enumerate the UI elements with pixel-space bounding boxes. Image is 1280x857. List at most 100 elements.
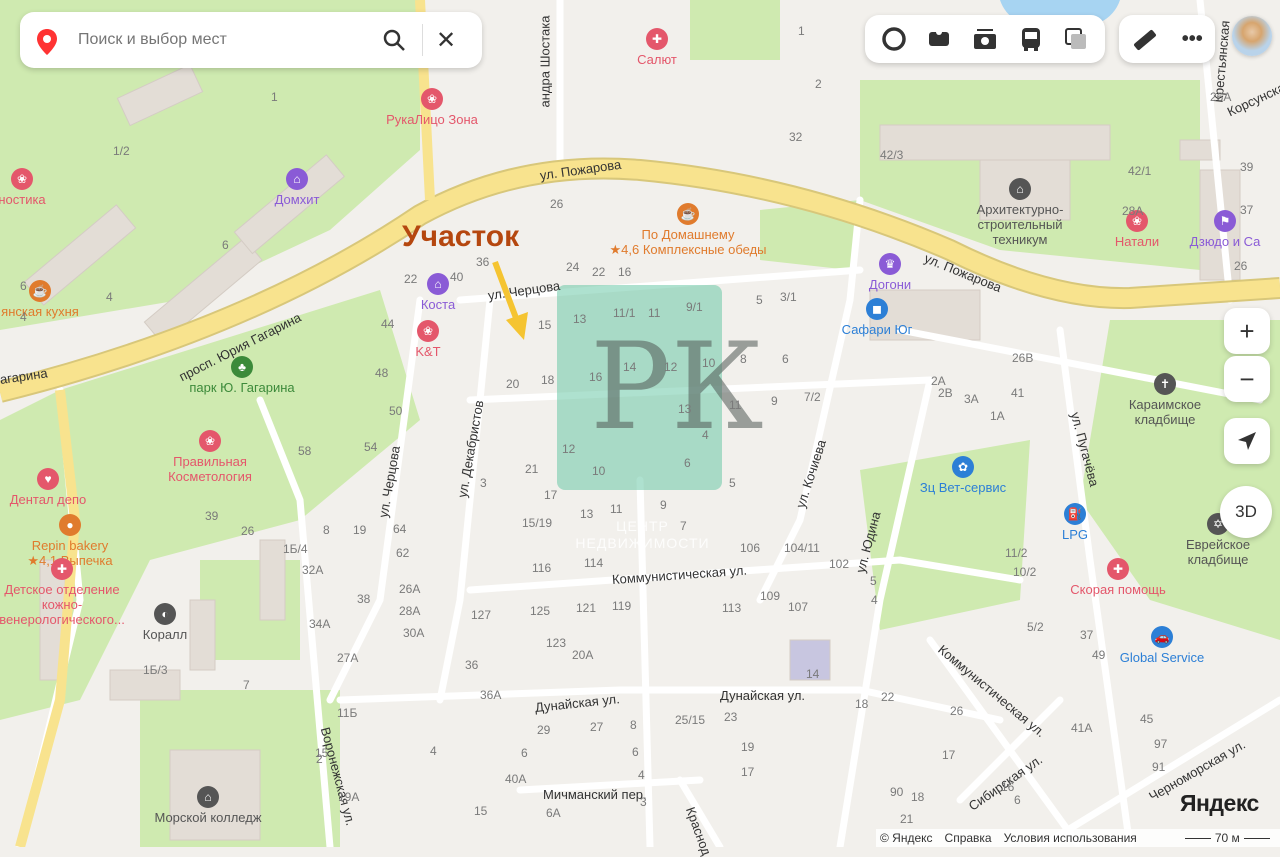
poi-marker[interactable]: ✿ Зц Вет-сервис xyxy=(903,456,1023,495)
house-number: 12 xyxy=(562,442,576,456)
user-avatar[interactable] xyxy=(1232,16,1272,56)
poi-name: Салют xyxy=(637,52,677,67)
poi-icon: ⌂ xyxy=(286,168,308,190)
house-number: 29 xyxy=(537,723,551,737)
house-number: 8 xyxy=(740,352,747,366)
close-icon[interactable]: ✕ xyxy=(431,20,461,60)
traffic-icon[interactable] xyxy=(881,26,907,52)
poi-marker[interactable]: ☕ По Домашнему ★4,6 Комплексные обеды xyxy=(609,203,767,257)
poi-icon: ☕ xyxy=(677,203,699,225)
transit-icon[interactable] xyxy=(1018,26,1044,52)
poi-marker[interactable]: ⛽ LPG xyxy=(1015,503,1135,542)
poi-name: Дентал депо xyxy=(9,492,87,507)
layers-icon[interactable] xyxy=(1063,26,1089,52)
poi-icon: ● xyxy=(59,514,81,536)
help-link[interactable]: Справка xyxy=(945,831,992,845)
house-number: 21 xyxy=(900,812,914,826)
house-number: 1А xyxy=(990,409,1005,423)
poi-name: Правильная Косметология xyxy=(168,454,252,484)
tools-panel: ••• xyxy=(1119,15,1215,63)
street-label: андра Шостака xyxy=(537,15,553,108)
house-number: 8 xyxy=(323,523,330,537)
poi-marker[interactable]: ✚ Детское отделение кожно-венерологическо… xyxy=(0,558,125,627)
house-number: 12 xyxy=(664,360,678,374)
house-number: 4 xyxy=(20,310,27,324)
house-number: 11/1 xyxy=(613,306,636,320)
more-icon[interactable]: ••• xyxy=(1182,28,1203,51)
watermark-logo: РК xyxy=(590,318,764,457)
house-number: 116 xyxy=(532,561,552,575)
poi-marker[interactable]: ◼ Сафари Юг xyxy=(817,298,937,337)
house-number: 123 xyxy=(546,636,567,650)
3d-button[interactable]: 3D xyxy=(1220,486,1272,538)
poi-marker[interactable]: ⌂ Домхит xyxy=(237,168,357,207)
ruler-icon[interactable] xyxy=(1131,26,1157,52)
house-number: 11 xyxy=(648,306,661,320)
house-number: 38 xyxy=(357,592,371,606)
house-number: 1/2 xyxy=(113,144,130,158)
house-number: 14 xyxy=(623,360,637,374)
panorama-icon[interactable] xyxy=(926,26,952,52)
house-number: 91 xyxy=(1152,760,1166,774)
house-number: 18 xyxy=(855,697,869,711)
terms-link[interactable]: Условия использования xyxy=(1004,831,1137,845)
poi-marker[interactable]: 🚗 Global Service xyxy=(1102,626,1222,665)
zoom-in-button[interactable]: + xyxy=(1224,308,1270,354)
poi-marker[interactable]: ❀ РукаЛицо Зона xyxy=(372,88,492,127)
copyright-text: © Яндекс xyxy=(880,831,933,845)
house-number: 23 xyxy=(724,710,738,724)
poi-marker[interactable]: ◐ Коралл xyxy=(105,603,225,642)
poi-marker[interactable]: ☕ янская кухня xyxy=(0,280,100,319)
poi-marker[interactable]: ⌂ Коста xyxy=(378,273,498,312)
house-number: 97 xyxy=(1154,737,1168,751)
house-number: 10 xyxy=(592,464,606,478)
street-label: Мичманский пер. xyxy=(543,787,647,802)
search-input[interactable] xyxy=(76,30,370,50)
house-number: 26А xyxy=(1210,90,1232,104)
house-number: 6 xyxy=(684,456,691,470)
poi-name: Догони xyxy=(868,277,912,292)
poi-marker[interactable]: ⌂ Морской колледж xyxy=(148,786,268,825)
map-footer: © Яндекс Справка Условия использования 7… xyxy=(876,829,1280,847)
house-number: 27 xyxy=(590,720,604,734)
house-number: 1 xyxy=(271,90,278,104)
poi-name: Коста xyxy=(420,297,456,312)
house-number: 36 xyxy=(476,255,490,269)
house-number: 5/2 xyxy=(1027,620,1044,634)
house-number: 6 xyxy=(222,238,229,252)
poi-marker[interactable]: ⌂ Архитектурно-строительный техникум xyxy=(960,178,1080,247)
house-number: 1 xyxy=(798,24,805,38)
house-number: 45 xyxy=(1140,712,1154,726)
house-number: 6 xyxy=(782,352,789,366)
house-number: 22 xyxy=(404,272,418,286)
poi-marker[interactable]: ✚ Салют xyxy=(597,28,717,67)
poi-icon: ⌂ xyxy=(197,786,219,808)
house-number: 5 xyxy=(870,574,877,588)
zoom-out-button[interactable]: − xyxy=(1224,356,1270,402)
location-pin-icon xyxy=(36,29,58,55)
my-location-button[interactable] xyxy=(1224,418,1270,464)
house-number: 26 xyxy=(950,704,964,718)
poi-marker[interactable]: ⚑ Дзюдо и Са xyxy=(1165,210,1280,249)
photo-icon[interactable] xyxy=(972,26,998,52)
search-icon[interactable] xyxy=(374,20,414,60)
house-number: 36А xyxy=(480,688,502,702)
poi-icon: ⌂ xyxy=(427,273,449,295)
poi-marker[interactable]: ♣ парк Ю. Гагарина xyxy=(182,356,302,395)
poi-name: Морской колледж xyxy=(154,810,262,825)
poi-icon: ⛽ xyxy=(1064,503,1086,525)
house-number: 37 xyxy=(1080,628,1094,642)
poi-marker[interactable]: ❀ Правильная Косметология xyxy=(150,430,270,484)
yandex-logo: Яндекс xyxy=(1180,790,1259,816)
house-number: 1Б/3 xyxy=(143,663,168,677)
house-number: 39 xyxy=(205,509,219,523)
poi-marker[interactable]: ♥ Дентал депо xyxy=(0,468,108,507)
search-bar: ✕ xyxy=(20,12,482,68)
house-number: 44 xyxy=(381,317,395,331)
house-number: 62 xyxy=(396,546,410,560)
house-number: 34А xyxy=(309,617,331,631)
poi-marker[interactable]: ❀ ностика xyxy=(0,168,82,207)
poi-marker[interactable]: ♛ Догони xyxy=(830,253,950,292)
poi-marker[interactable]: ✝ Караимское кладбище xyxy=(1105,373,1225,427)
house-number: 6А xyxy=(546,806,561,820)
